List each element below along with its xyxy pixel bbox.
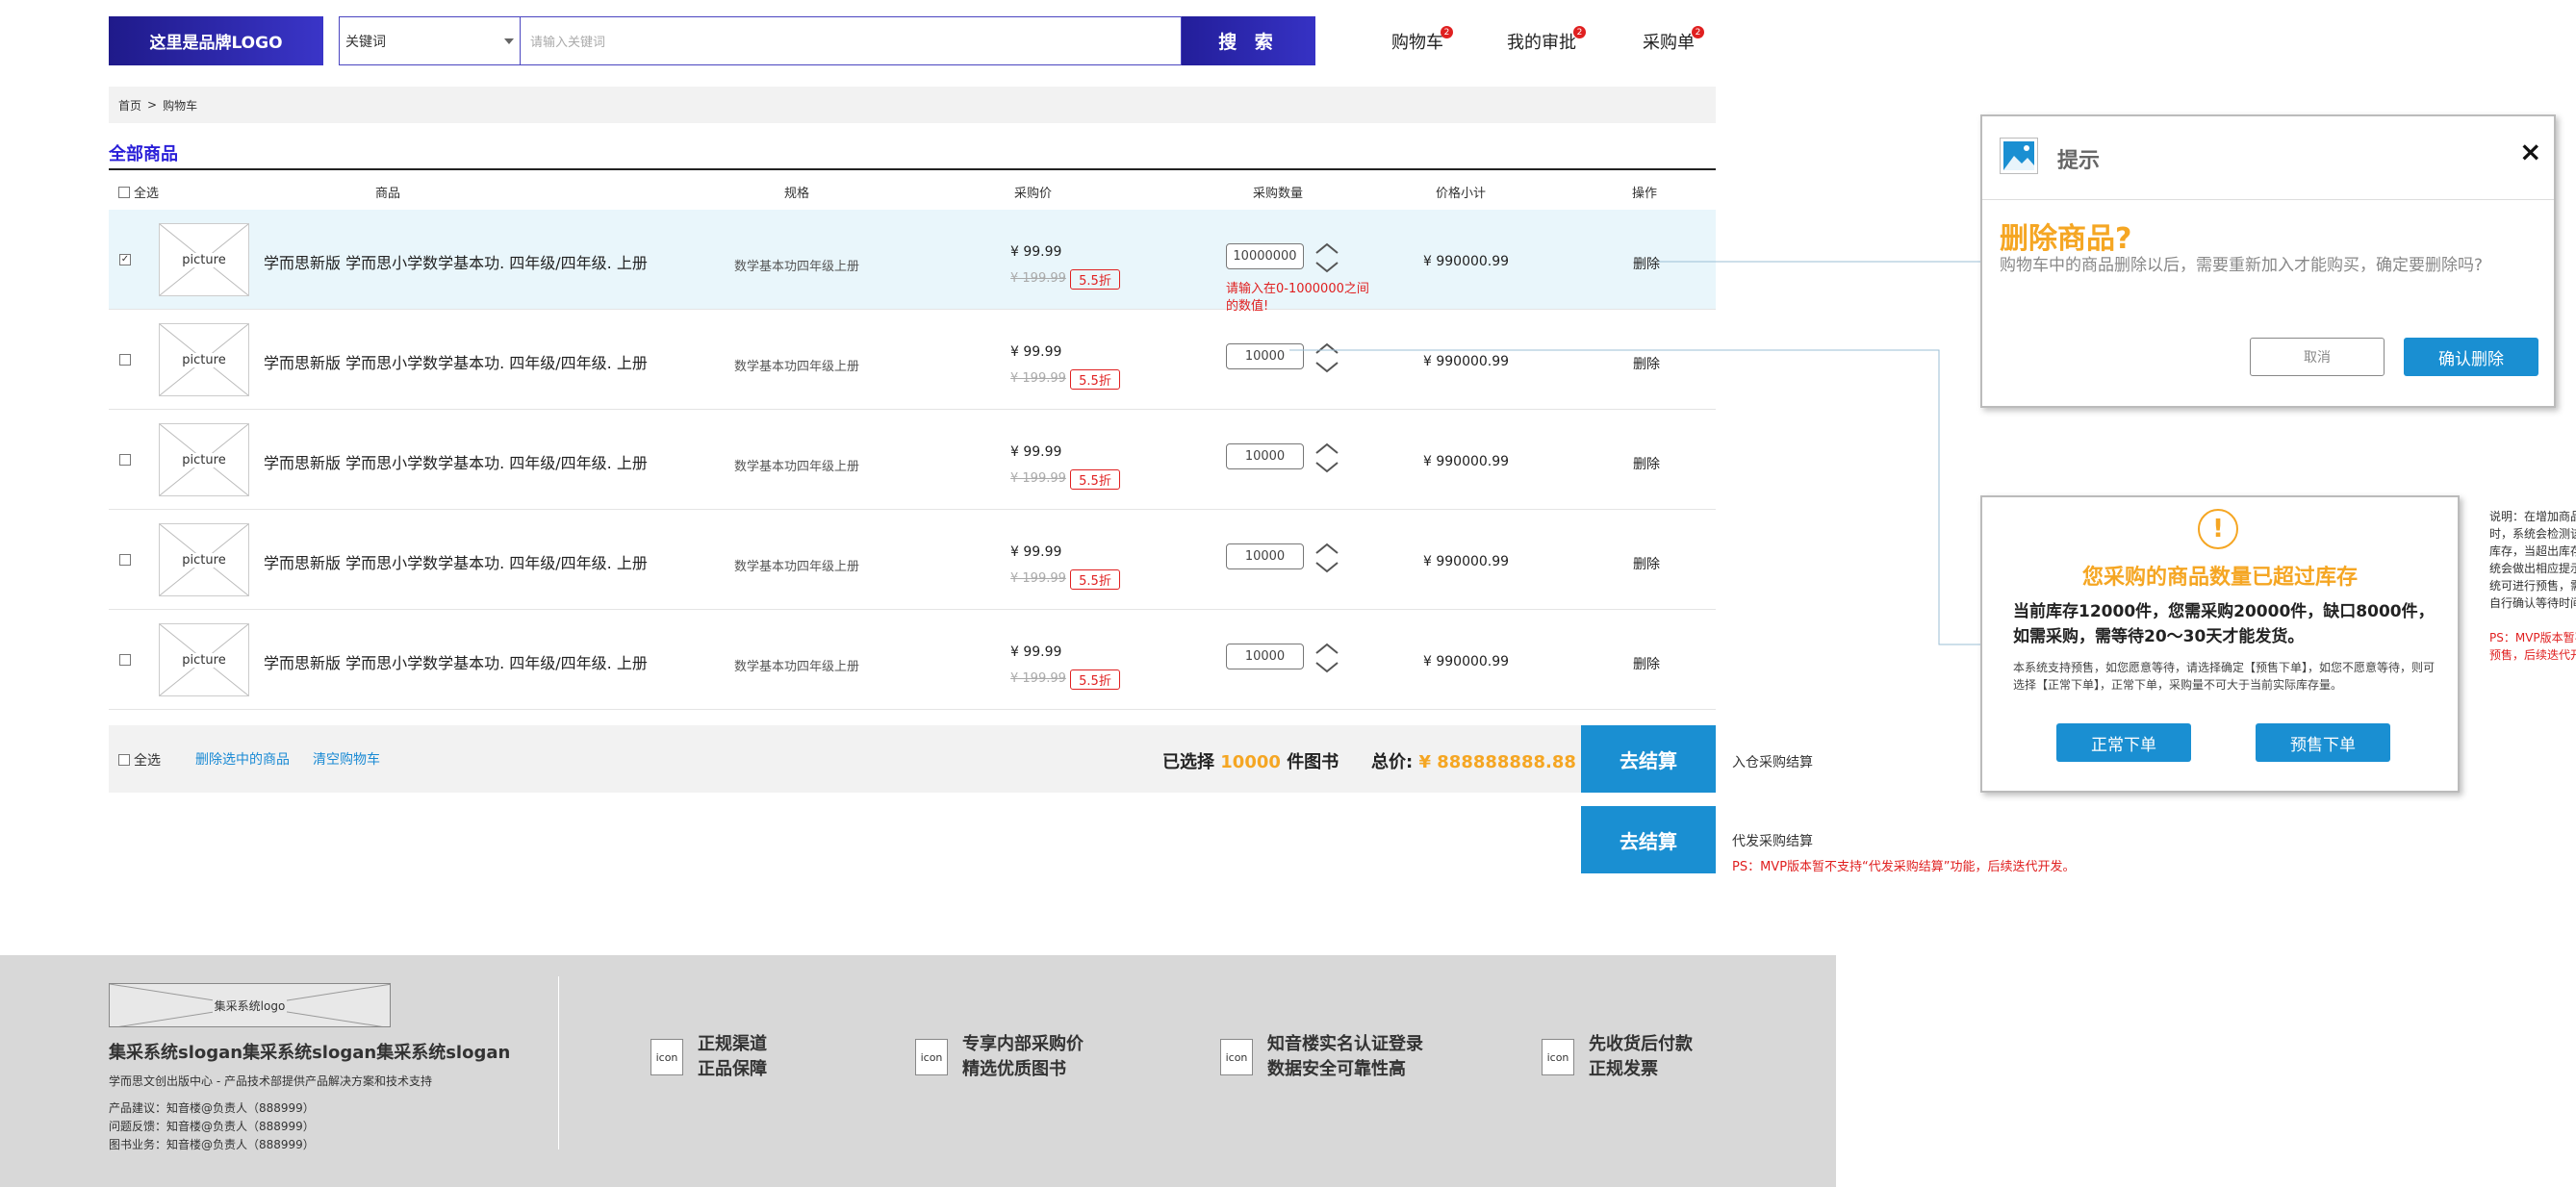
side-note-text: 说明：在增加商品数量时，系统会检测该商品的库存，当超出库存时，系统会做出相应提示… [2489, 510, 2576, 610]
delete-selected-link[interactable]: 删除选中的商品 [195, 749, 290, 769]
stock-dialog-main: 当前库存12000件，您需采购20000件，缺口8000件，如需采购，需等待20… [2013, 602, 2435, 646]
clear-cart-link[interactable]: 清空购物车 [313, 749, 380, 769]
divider [1982, 199, 2554, 200]
footer-slogan: 集采系统slogan集采系统slogan集采系统slogan [109, 1043, 511, 1063]
selected-count-summary: 已选择 10000 件图书 [1162, 748, 1339, 773]
dialog-body: 购物车中的商品删除以后，需要重新加入才能购买，确定要删除吗? [2000, 256, 2484, 275]
channel-icon: icon [650, 1039, 683, 1075]
footer-select-all[interactable]: 全选 [118, 750, 161, 770]
side-note-ps: PS：MVP版本暂不支持预售，后续迭代开发。 [2489, 631, 2576, 662]
feature-payment: icon 先收货后付款 正规发票 [1542, 1032, 1693, 1082]
confirm-delete-button[interactable]: 确认删除 [2404, 338, 2538, 376]
feature-line: 知音楼实名认证登录 [1267, 1034, 1423, 1054]
stock-dialog-heading: 您采购的商品数量已超过库存 [2081, 566, 2358, 590]
feature-security: icon 知音楼实名认证登录 数据安全可靠性高 [1220, 1032, 1423, 1082]
close-icon[interactable]: × [2519, 138, 2541, 166]
dialog-title: 提示 [2057, 149, 2101, 173]
selected-count: 10000 [1220, 752, 1281, 772]
image-icon [2000, 138, 2038, 174]
cancel-button[interactable]: 取消 [2250, 338, 2385, 376]
feature-line: 正品保障 [698, 1059, 767, 1079]
feature-line: 精选优质图书 [962, 1059, 1066, 1079]
footer-logo[interactable]: 集采系统logo [109, 983, 391, 1027]
footer-select-all-label: 全选 [134, 753, 161, 769]
footer-contacts: 产品建议：知音楼@负责人（888999） 问题反馈：知音楼@负责人（888999… [109, 1099, 315, 1154]
total-value: ¥ 888888888.88 [1418, 752, 1576, 772]
footer-logo-label: 集采系统logo [212, 997, 288, 1014]
contact-business: 图书业务：知音楼@负责人（888999） [109, 1138, 315, 1151]
checkout-dropship-ps: PS：MVP版本暂不支持“代发采购结算”功能，后续迭代开发。 [1732, 860, 2076, 874]
feature-line: 正规发票 [1589, 1059, 1658, 1079]
checkout-warehouse-button[interactable]: 去结算 [1581, 725, 1716, 793]
feature-price: icon 专享内部采购价 精选优质图书 [915, 1032, 1084, 1082]
selected-suffix: 件图书 [1287, 752, 1339, 772]
dialog-heading: 删除商品? [2000, 222, 2132, 256]
contact-product: 产品建议：知音楼@负责人（888999） [109, 1101, 315, 1115]
footer-select-all-checkbox[interactable] [118, 754, 130, 766]
delete-confirm-dialog: 提示 × 删除商品? 购物车中的商品删除以后，需要重新加入才能购买，确定要删除吗… [1980, 114, 2556, 408]
total-price-summary: 总价: ¥ 888888888.88 [1371, 748, 1576, 773]
payment-icon: icon [1542, 1039, 1574, 1075]
checkout-dropship-note: 代发采购结算 [1732, 834, 1813, 849]
checkout-dropship-button[interactable]: 去结算 [1581, 806, 1716, 873]
feature-line: 专享内部采购价 [962, 1034, 1084, 1054]
security-icon: icon [1220, 1039, 1253, 1075]
feature-channel: icon 正规渠道正品保障 [650, 1032, 767, 1082]
total-label: 总价: [1371, 752, 1414, 772]
stock-dialog-detail: 本系统支持预售，如您愿意等待，请选择确定【预售下单】，如您不愿意等待，则可选择【… [2013, 661, 2436, 692]
feature-line: 正规渠道 [698, 1034, 767, 1054]
footer-subtitle: 学而思文创出版中心 - 产品技术部提供产品解决方案和技术支持 [109, 1074, 432, 1088]
normal-order-button[interactable]: 正常下单 [2056, 723, 2191, 762]
feature-line: 先收货后付款 [1589, 1034, 1693, 1054]
warning-icon: ! [2198, 509, 2238, 549]
checkout-warehouse-note: 入仓采购结算 [1732, 755, 1813, 770]
footer-divider [558, 976, 559, 1149]
presale-order-button[interactable]: 预售下单 [2256, 723, 2390, 762]
side-note: 说明：在增加商品数量时，系统会检测该商品的库存，当超出库存时，系统会做出相应提示… [2489, 508, 2576, 662]
stock-exceeded-dialog: ! 您采购的商品数量已超过库存 当前库存12000件，您需采购20000件，缺口… [1980, 495, 2460, 793]
price-icon: icon [915, 1039, 948, 1075]
feature-line: 数据安全可靠性高 [1267, 1059, 1406, 1079]
selected-prefix: 已选择 [1162, 752, 1214, 772]
contact-feedback: 问题反馈：知音楼@负责人（888999） [109, 1120, 315, 1133]
